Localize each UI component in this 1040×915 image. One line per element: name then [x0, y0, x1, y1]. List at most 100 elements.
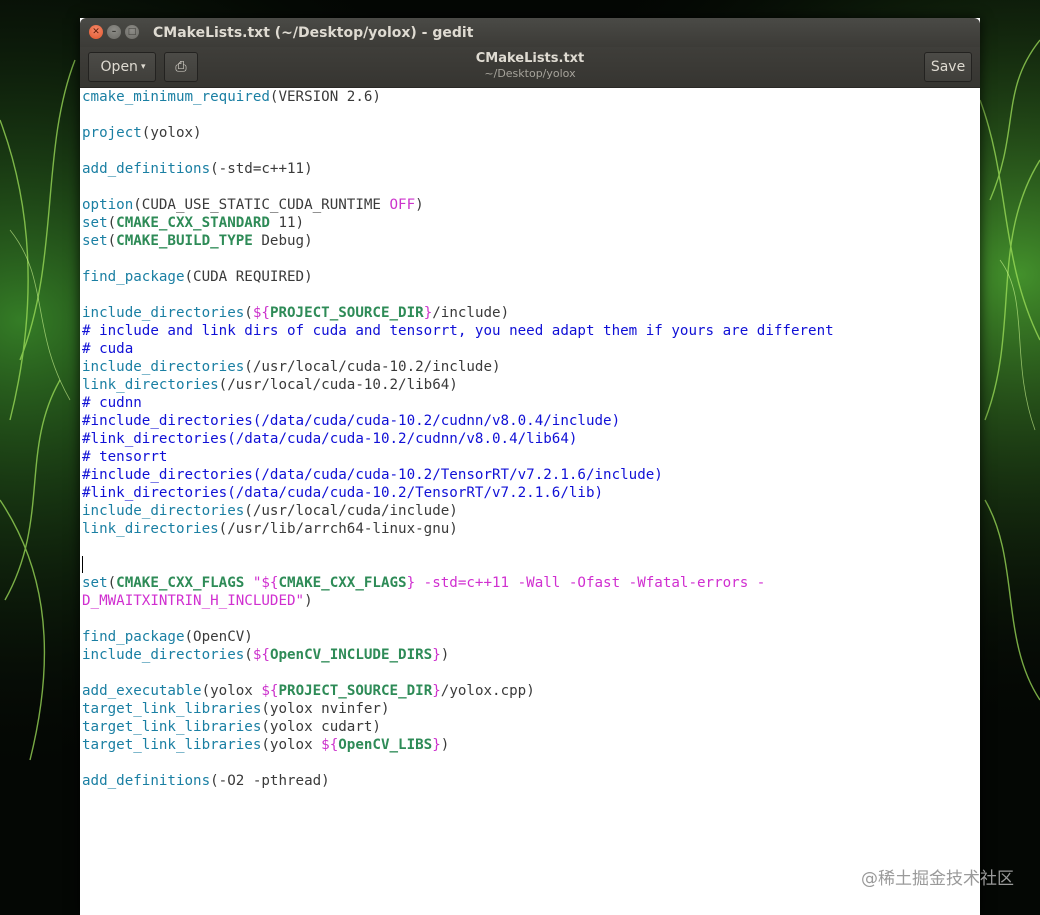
code-token: }: [432, 647, 441, 663]
code-token: ${: [321, 737, 339, 753]
gedit-window: ✕ – □ CMakeLists.txt (~/Desktop/yolox) -…: [80, 18, 980, 915]
code-token: }: [423, 305, 433, 321]
code-token: D_MWAITXINTRIN_H_INCLUDED": [82, 593, 305, 609]
code-token: (/usr/local/cuda/include): [244, 503, 458, 519]
code-token: /yolox.cpp): [440, 683, 535, 699]
code-token: ${: [261, 683, 279, 699]
code-token: add_definitions: [82, 773, 211, 789]
code-line[interactable]: [82, 610, 980, 628]
code-line[interactable]: target_link_libraries(yolox ${OpenCV_LIB…: [82, 736, 980, 754]
code-token: OpenCV_INCLUDE_DIRS: [269, 647, 433, 663]
code-line[interactable]: [82, 538, 980, 556]
code-line[interactable]: [82, 286, 980, 304]
code-line[interactable]: set(CMAKE_CXX_FLAGS "${CMAKE_CXX_FLAGS} …: [82, 574, 980, 592]
code-line[interactable]: add_definitions(-std=c++11): [82, 160, 980, 178]
close-window-button[interactable]: ✕: [89, 25, 103, 39]
text-editor[interactable]: cmake_minimum_required(VERSION 2.6) proje…: [80, 88, 980, 915]
code-content[interactable]: cmake_minimum_required(VERSION 2.6) proje…: [80, 88, 980, 790]
code-token: CMAKE_CXX_FLAGS: [278, 575, 407, 591]
code-token: CMAKE_CXX_STANDARD: [116, 215, 270, 231]
watermark: @稀土掘金技术社区: [861, 869, 1014, 889]
code-line[interactable]: include_directories(${PROJECT_SOURCE_DIR…: [82, 304, 980, 322]
document-title: CMakeLists.txt: [475, 51, 585, 66]
code-line[interactable]: add_executable(yolox ${PROJECT_SOURCE_DI…: [82, 682, 980, 700]
code-token: (yolox: [261, 737, 322, 753]
code-line[interactable]: #include_directories(/data/cuda/cuda-10.…: [82, 466, 980, 484]
code-line[interactable]: project(yolox): [82, 124, 980, 142]
code-line[interactable]: [82, 178, 980, 196]
code-line[interactable]: [82, 250, 980, 268]
code-line[interactable]: cmake_minimum_required(VERSION 2.6): [82, 88, 980, 106]
code-token: (: [244, 647, 253, 663]
code-token: # include and link dirs of cuda and tens…: [82, 323, 834, 339]
code-line[interactable]: [82, 142, 980, 160]
code-line[interactable]: # cuda: [82, 340, 980, 358]
code-line[interactable]: [82, 754, 980, 772]
code-token: ): [440, 647, 450, 663]
code-line[interactable]: find_package(CUDA REQUIRED): [82, 268, 980, 286]
code-token: include_directories: [82, 359, 245, 375]
code-line[interactable]: find_package(OpenCV): [82, 628, 980, 646]
code-token: include_directories: [82, 305, 245, 321]
code-token: include_directories: [82, 503, 245, 519]
code-token: #include_directories(/data/cuda/cuda-10.…: [82, 413, 621, 429]
code-line[interactable]: [82, 664, 980, 682]
code-token: (/usr/lib/arrch64-linux-gnu): [218, 521, 458, 537]
code-line[interactable]: # include and link dirs of cuda and tens…: [82, 322, 980, 340]
code-token: (yolox: [201, 683, 262, 699]
code-line[interactable]: target_link_libraries(yolox nvinfer): [82, 700, 980, 718]
code-token: (/usr/local/cuda-10.2/include): [244, 359, 501, 375]
code-token: PROJECT_SOURCE_DIR: [278, 683, 433, 699]
code-token: OFF: [389, 197, 416, 213]
code-token: OpenCV_LIBS: [338, 737, 433, 753]
code-line[interactable]: set(CMAKE_BUILD_TYPE Debug): [82, 232, 980, 250]
code-token: find_package: [82, 629, 185, 645]
code-token: find_package: [82, 269, 185, 285]
code-token: (/usr/local/cuda-10.2/lib64): [218, 377, 458, 393]
code-token: set: [82, 215, 108, 231]
code-line[interactable]: #link_directories(/data/cuda/cuda-10.2/T…: [82, 484, 980, 502]
close-icon: ✕: [92, 27, 100, 37]
code-line[interactable]: [82, 106, 980, 124]
code-token: link_directories: [82, 521, 219, 537]
code-line[interactable]: include_directories(/usr/local/cuda/incl…: [82, 502, 980, 520]
maximize-icon: □: [127, 27, 137, 37]
save-button[interactable]: Save: [924, 52, 972, 82]
code-line[interactable]: # cudnn: [82, 394, 980, 412]
maximize-window-button[interactable]: □: [125, 25, 139, 39]
code-token: Debug): [252, 233, 313, 249]
code-line[interactable]: #include_directories(/data/cuda/cuda-10.…: [82, 412, 980, 430]
code-token: target_link_libraries: [82, 719, 262, 735]
code-line[interactable]: option(CUDA_USE_STATIC_CUDA_RUNTIME OFF): [82, 196, 980, 214]
code-token: "${: [252, 575, 279, 591]
code-token: (OpenCV): [184, 629, 253, 645]
code-line[interactable]: #link_directories(/data/cuda/cuda-10.2/c…: [82, 430, 980, 448]
code-line[interactable]: set(CMAKE_CXX_STANDARD 11): [82, 214, 980, 232]
code-token: add_definitions: [82, 161, 211, 177]
window-titlebar[interactable]: ✕ – □ CMakeLists.txt (~/Desktop/yolox) -…: [80, 18, 980, 47]
minimize-window-button[interactable]: –: [107, 25, 121, 39]
code-token: PROJECT_SOURCE_DIR: [269, 305, 424, 321]
code-line[interactable]: include_directories(${OpenCV_INCLUDE_DIR…: [82, 646, 980, 664]
code-token: include_directories: [82, 647, 245, 663]
code-token: (-std=c++11): [210, 161, 313, 177]
code-token: ): [415, 197, 424, 213]
code-line[interactable]: [82, 556, 980, 574]
code-line[interactable]: target_link_libraries(yolox cudart): [82, 718, 980, 736]
code-token: ${: [252, 305, 270, 321]
code-line[interactable]: add_definitions(-O2 -pthread): [82, 772, 980, 790]
code-line[interactable]: D_MWAITXINTRIN_H_INCLUDED"): [82, 592, 980, 610]
text-cursor: [82, 556, 83, 573]
code-line[interactable]: link_directories(/usr/local/cuda-10.2/li…: [82, 376, 980, 394]
code-token: # cuda: [82, 341, 134, 357]
code-line[interactable]: link_directories(/usr/lib/arrch64-linux-…: [82, 520, 980, 538]
code-token: #link_directories(/data/cuda/cuda-10.2/c…: [82, 431, 578, 447]
code-token: /include): [432, 305, 510, 321]
code-token: add_executable: [82, 683, 202, 699]
code-line[interactable]: # tensorrt: [82, 448, 980, 466]
code-line[interactable]: include_directories(/usr/local/cuda-10.2…: [82, 358, 980, 376]
code-token: (: [107, 233, 117, 249]
code-token: CMAKE_CXX_FLAGS: [116, 575, 245, 591]
code-token: (: [244, 305, 253, 321]
code-token: } -std=c++11 -Wall -Ofast -Wfatal-errors…: [406, 575, 766, 591]
